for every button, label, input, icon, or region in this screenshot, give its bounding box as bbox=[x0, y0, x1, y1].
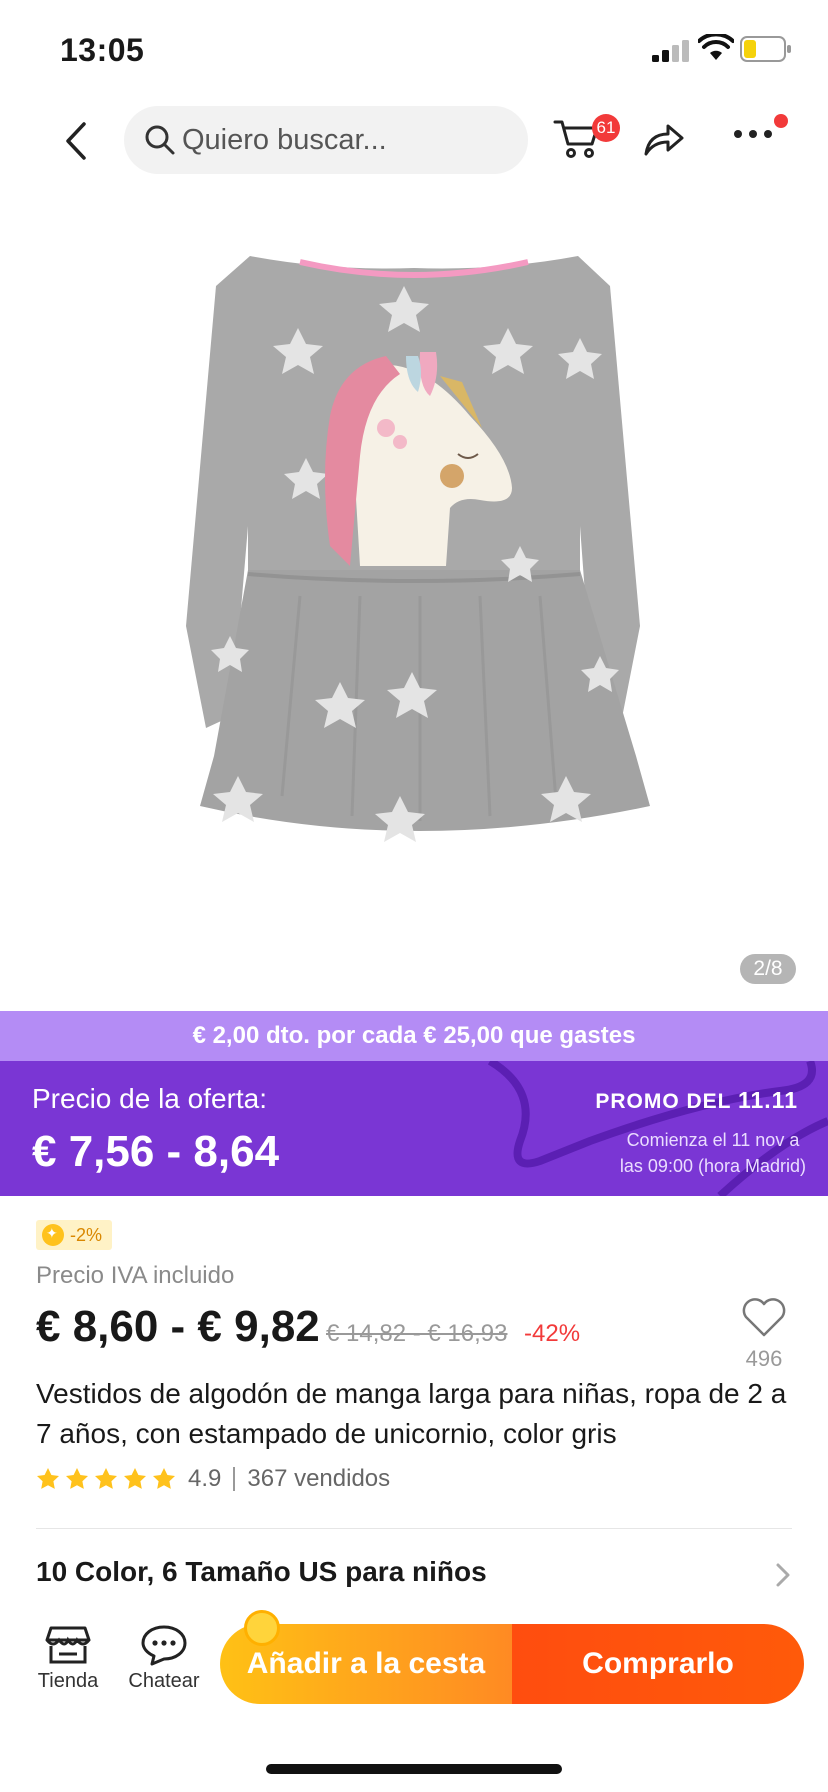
store-icon bbox=[45, 1626, 91, 1664]
status-time: 13:05 bbox=[60, 32, 145, 68]
cellular-signal-icon bbox=[652, 40, 689, 62]
offer-price-label: Precio de la oferta: bbox=[32, 1083, 268, 1114]
image-counter: 2/8 bbox=[740, 954, 796, 984]
product-title: Vestidos de algodón de manga larga para … bbox=[36, 1378, 787, 1449]
star-icon bbox=[37, 1468, 59, 1489]
discount-banner[interactable]: € 2,00 dto. por cada € 25,00 que gastes bbox=[0, 1011, 828, 1061]
coin-icon bbox=[42, 1224, 64, 1246]
search-input[interactable]: Quiero buscar... bbox=[124, 106, 528, 174]
promo-start-line-1: Comienza el 11 nov a bbox=[626, 1130, 800, 1150]
sold-count: 367 vendidos bbox=[247, 1465, 391, 1492]
discount-percent: -42% bbox=[524, 1320, 581, 1347]
cart-count-badge: 61 bbox=[592, 114, 620, 142]
product-image[interactable] bbox=[0, 196, 828, 1010]
rating-value: 4.9 bbox=[188, 1465, 222, 1492]
star-icon bbox=[66, 1468, 88, 1489]
offer-price: € 7,56 - 8,64 bbox=[32, 1127, 280, 1176]
battery-icon bbox=[740, 36, 791, 62]
wifi-icon bbox=[698, 34, 734, 60]
coin-discount-tag[interactable]: -2% bbox=[36, 1220, 113, 1250]
home-indicator bbox=[266, 1764, 562, 1774]
chat-icon bbox=[141, 1625, 187, 1666]
back-arrow-icon[interactable] bbox=[58, 118, 98, 164]
search-icon bbox=[145, 125, 175, 155]
chevron-right-icon[interactable] bbox=[774, 1562, 792, 1588]
promo-panel[interactable]: Precio de la oferta: € 7,56 - 8,64 PROMO… bbox=[0, 1061, 828, 1196]
promo-start-line-2: las 09:00 (hora Madrid) bbox=[619, 1156, 806, 1176]
rating-separator bbox=[233, 1467, 236, 1491]
variant-selector[interactable]: 10 Color, 6 Tamaño US para niños bbox=[36, 1556, 487, 1588]
promo-event-title: PROMO DEL 11.11 bbox=[595, 1087, 798, 1114]
coin-discount-value: -2% bbox=[70, 1224, 103, 1245]
store-label: Tienda bbox=[37, 1670, 99, 1692]
notification-dot bbox=[774, 114, 788, 128]
store-tab[interactable]: Tienda bbox=[28, 1624, 108, 1693]
wishlist-count: 496 bbox=[745, 1346, 783, 1371]
divider bbox=[36, 1528, 792, 1529]
chat-tab[interactable]: Chatear bbox=[124, 1624, 204, 1693]
star-icon bbox=[153, 1468, 175, 1489]
rating-row[interactable]: 4.9 367 vendidos bbox=[36, 1464, 390, 1494]
top-navigation: Quiero buscar... 61 bbox=[0, 96, 828, 186]
status-bar: 13:05 bbox=[0, 0, 828, 96]
buy-now-button[interactable]: Comprarlo bbox=[512, 1624, 804, 1704]
coin-sparkle-icon bbox=[244, 1610, 280, 1646]
more-options-icon[interactable] bbox=[732, 126, 774, 142]
star-icon bbox=[124, 1468, 146, 1489]
tax-note: Precio IVA incluido bbox=[36, 1262, 235, 1289]
star-icon bbox=[95, 1468, 117, 1489]
product-price: € 8,60 - € 9,82 bbox=[36, 1302, 320, 1351]
heart-icon[interactable] bbox=[741, 1296, 787, 1338]
chat-label: Chatear bbox=[128, 1670, 200, 1692]
share-icon[interactable] bbox=[642, 118, 686, 158]
original-price: € 14,82 - € 16,93 bbox=[326, 1320, 508, 1347]
promo-event-name: PROMO DEL bbox=[595, 1090, 732, 1113]
promo-event-number: 11.11 bbox=[737, 1087, 798, 1113]
rating-stars bbox=[36, 1467, 176, 1491]
search-placeholder: Quiero buscar... bbox=[182, 124, 387, 156]
promo-event-start: Comienza el 11 nov a las 09:00 (hora Mad… bbox=[620, 1127, 806, 1179]
